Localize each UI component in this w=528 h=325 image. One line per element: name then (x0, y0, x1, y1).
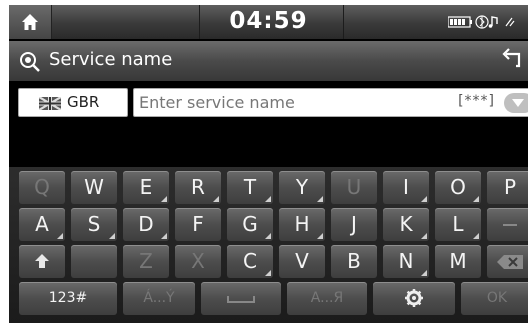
shift-key[interactable] (19, 245, 65, 278)
key-label: G (242, 212, 258, 236)
accent-corner (57, 233, 63, 239)
region-label: GBR (67, 93, 100, 111)
key-label: S (87, 212, 101, 236)
key-e[interactable]: E (123, 171, 169, 204)
key-t[interactable]: T (227, 171, 273, 204)
key-label: W (84, 175, 104, 199)
cyrillic-chars-key[interactable]: A...Я (287, 282, 367, 315)
key-label: K (399, 212, 413, 236)
key-label: O (450, 175, 466, 199)
accent-corner (317, 196, 323, 202)
accent-corner (213, 196, 219, 202)
key-l[interactable]: L (435, 208, 481, 241)
key-c[interactable]: C (227, 245, 273, 278)
key-label: C (243, 249, 257, 273)
accent-corner (421, 270, 427, 276)
status-icons (447, 14, 528, 33)
page-title: Service name (49, 49, 173, 70)
accent-corner (109, 233, 115, 239)
key-w[interactable]: W (71, 171, 117, 204)
key-label: E (139, 175, 153, 199)
key-label: T (243, 175, 257, 199)
screen: 04:59 Service name GBR Enter service nam… (9, 5, 528, 323)
title-bar: Service name (9, 41, 528, 81)
key-label: Y (295, 175, 309, 199)
wildcard-indicator: [***] (458, 93, 495, 109)
gear-icon (405, 289, 423, 307)
shift-icon (35, 254, 49, 268)
key-k[interactable]: K (383, 208, 429, 241)
key-apostrophe[interactable] (71, 245, 117, 278)
backspace-icon (497, 255, 523, 269)
battery-bluetooth-icons (447, 15, 515, 29)
key-s[interactable]: S (71, 208, 117, 241)
accent-corner (265, 233, 271, 239)
hyphen-icon (503, 224, 517, 226)
settings-key[interactable] (373, 282, 455, 315)
key-label: L (452, 212, 464, 236)
service-name-input[interactable]: Enter service name [***] (133, 88, 528, 117)
accent-corner (473, 196, 479, 202)
key-h[interactable]: H (279, 208, 325, 241)
key-p[interactable]: P (487, 171, 528, 204)
key-o[interactable]: O (435, 171, 481, 204)
chevron-down-icon (512, 99, 524, 107)
accent-chars-key[interactable]: Á...Ý (123, 282, 195, 315)
accent-corner (473, 233, 479, 239)
mode-123-key[interactable]: 123# (19, 282, 117, 315)
key-label: A (35, 212, 49, 236)
dropdown-button[interactable] (504, 93, 528, 113)
key-y[interactable]: Y (279, 171, 325, 204)
key-j[interactable]: J (331, 208, 377, 241)
key-d[interactable]: D (123, 208, 169, 241)
back-icon (502, 48, 521, 68)
accent-corner (421, 196, 427, 202)
input-placeholder: Enter service name (139, 93, 295, 112)
key-z[interactable]: Z (123, 245, 169, 278)
key-label: R (191, 175, 205, 199)
region-selector-button[interactable]: GBR (18, 88, 128, 117)
key-q[interactable]: Q (19, 171, 65, 204)
key-r[interactable]: R (175, 171, 221, 204)
uk-flag-icon (39, 97, 61, 110)
accent-corner (317, 233, 323, 239)
status-bar: 04:59 (9, 5, 528, 39)
key-label: I (403, 175, 409, 199)
accent-corner (421, 233, 427, 239)
key-u[interactable]: U (331, 171, 377, 204)
key-a[interactable]: A (19, 208, 65, 241)
accent-corner (265, 196, 271, 202)
key-n[interactable]: N (383, 245, 429, 278)
backspace-key[interactable] (487, 245, 528, 278)
key-label: H (294, 212, 310, 236)
ok-button[interactable]: OK (461, 282, 528, 315)
space-icon (227, 296, 255, 303)
accent-corner (161, 196, 167, 202)
key-b[interactable]: B (331, 245, 377, 278)
input-row: GBR Enter service name [***] (9, 83, 528, 119)
accent-corner (161, 233, 167, 239)
key-f[interactable]: F (175, 208, 221, 241)
key-label: D (138, 212, 154, 236)
key-v[interactable]: V (279, 245, 325, 278)
key-label: N (398, 249, 414, 273)
key-m[interactable]: M (435, 245, 481, 278)
back-button[interactable] (498, 46, 528, 76)
search-icon (20, 52, 40, 72)
key-x[interactable]: X (175, 245, 221, 278)
key-hyphen[interactable] (487, 208, 528, 241)
key-i[interactable]: I (383, 171, 429, 204)
accent-corner (265, 270, 271, 276)
space-key[interactable] (201, 282, 281, 315)
on-screen-keyboard: Q W E R T Y U I O P A S D F G H J K L Z … (9, 167, 528, 323)
key-g[interactable]: G (227, 208, 273, 241)
